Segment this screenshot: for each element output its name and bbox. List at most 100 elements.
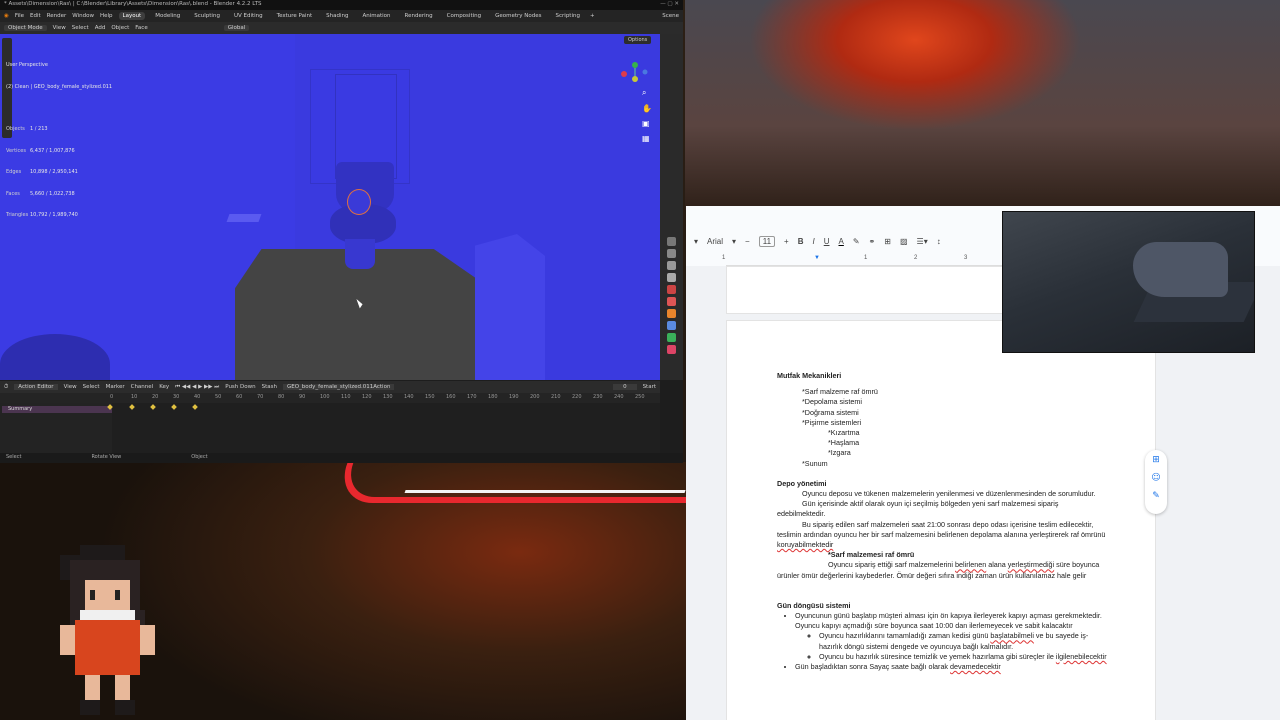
scene-counter [475,234,545,380]
start-label[interactable]: Start [643,384,656,390]
header-view[interactable]: View [53,25,66,31]
ruler-tick-label: 70 [257,394,264,400]
3d-viewport[interactable]: User Perspective (2) Clean | GEO_body_fe… [0,34,660,380]
chevron-down-icon[interactable]: ▾ [694,237,698,246]
blender-window[interactable]: * Assets\Dimension\Ras\ | C:\Blender\Lib… [0,0,683,463]
highlight-icon[interactable]: ✎ [853,237,860,246]
header-face[interactable]: Face [135,25,147,31]
tab-texture-paint[interactable]: Texture Paint [273,12,317,20]
ae-key[interactable]: Key [159,384,169,390]
ae-select[interactable]: Select [83,384,100,390]
menu-help[interactable]: Help [100,13,113,19]
material-properties-icon[interactable] [667,345,676,354]
header-select[interactable]: Select [72,25,89,31]
header-add[interactable]: Add [95,25,106,31]
tab-layout[interactable]: Layout [118,12,146,20]
emoji-reaction-icon[interactable]: ☺ [1151,473,1160,483]
indent-marker-icon[interactable]: ▼ [814,255,820,261]
document-body[interactable]: Mutfak Mekanikleri *Sarf malzeme raf ömr… [777,371,1107,672]
add-comment-icon[interactable]: ⊞ [1152,455,1160,465]
playback-controls[interactable]: ⏮ ◀◀ ◀ ▶ ▶▶ ⏭ [175,384,219,391]
menu-render[interactable]: Render [47,13,67,19]
font-dropdown[interactable]: Arial [707,237,723,246]
tab-rendering[interactable]: Rendering [401,12,437,20]
list-item: *Izgara [828,448,851,458]
selected-head-object[interactable] [347,189,371,215]
scene-properties-icon[interactable] [667,285,676,294]
render-properties-icon[interactable] [667,249,676,258]
action-editor-dropdown[interactable]: Action Editor [14,384,58,390]
window-controls[interactable]: — ▢ ✕ [660,1,679,7]
zoom-icon[interactable]: ⌕ [642,88,652,98]
comment-icon[interactable]: ⊞ [884,237,891,246]
menu-window[interactable]: Window [72,13,94,19]
view-layer-icon[interactable] [667,273,676,282]
tab-compositing[interactable]: Compositing [443,12,485,20]
menu-file[interactable]: File [15,13,24,19]
suggest-edits-icon[interactable]: ✎ [1152,491,1160,501]
paragraph: Gün içerisinde aktif olarak oyun içi seç… [777,499,1059,519]
tab-shading[interactable]: Shading [322,12,352,20]
blender-logo-icon[interactable]: ◉ [4,13,9,19]
dopesheet-area[interactable]: Summary [0,403,660,453]
data-properties-icon[interactable] [667,333,676,342]
document-page[interactable]: Mutfak Mekanikleri *Sarf malzeme raf ömr… [726,320,1156,720]
ae-marker[interactable]: Marker [106,384,125,390]
summary-channel[interactable]: Summary [2,406,112,413]
blender-menu-bar: ◉ File Edit Render Window Help Layout Mo… [0,10,683,22]
tab-sculpting[interactable]: Sculpting [190,12,224,20]
add-workspace-icon[interactable]: + [590,13,595,19]
paragraph: Oyuncu sipariş ettiği sarf malzemelerini… [777,560,1100,580]
editor-type-icon[interactable]: ⏱ [4,384,8,391]
output-properties-icon[interactable] [667,261,676,270]
current-frame-field[interactable]: 0 [613,384,637,390]
header-object[interactable]: Object [111,25,129,31]
line-spacing-icon[interactable]: ↕ [937,237,941,246]
font-dropdown-chevron-icon[interactable]: ▾ [732,237,736,246]
tab-modeling[interactable]: Modeling [151,12,184,20]
increase-font-icon[interactable]: + [784,237,789,246]
ruler-tick-label: 240 [614,394,624,400]
scene-toilet-base [345,239,375,269]
scene-selector[interactable]: Scene [662,13,679,19]
tool-properties-icon[interactable] [667,237,676,246]
italic-icon[interactable]: I [812,237,814,246]
options-button[interactable]: Options [624,36,652,44]
heading-depo: Depo yönetimi [777,478,827,488]
tab-uv-editing[interactable]: UV Editing [230,12,267,20]
decrease-font-icon[interactable]: − [745,237,750,246]
stash-button[interactable]: Stash [262,384,277,390]
image-icon[interactable]: ▨ [900,237,908,246]
timeline-ruler[interactable]: 0 10 20 30 40 50 60 70 80 90 100 110 120 130 140 150 160… [0,393,660,403]
ruler-tick-label: 80 [278,394,285,400]
status-select: Select [6,454,22,460]
text-color-icon[interactable]: A [839,237,844,246]
camera-icon[interactable]: ▣ [642,119,652,128]
mode-dropdown[interactable]: Object Mode [4,25,47,31]
tab-scripting[interactable]: Scripting [552,12,584,20]
transform-orientation[interactable]: Global [223,25,250,31]
ae-view[interactable]: View [64,384,77,390]
align-icon[interactable]: ☰▾ [917,237,928,246]
tab-animation[interactable]: Animation [358,12,394,20]
ae-channel[interactable]: Channel [131,384,154,390]
blender-title: * Assets\Dimension\Ras\ | C:\Blender\Lib… [4,1,262,7]
world-properties-icon[interactable] [667,297,676,306]
push-down-button[interactable]: Push Down [225,384,255,390]
link-icon[interactable]: ⚭ [869,237,876,246]
status-bar: Select Rotate View Object [0,453,683,463]
font-size-field[interactable]: 11 [758,235,776,247]
ruler-tick-label: 210 [551,394,561,400]
menu-edit[interactable]: Edit [30,13,41,19]
pan-hand-icon[interactable]: ✋ [642,104,652,113]
properties-tab-strip [660,34,683,380]
grid-icon[interactable]: ▦ [642,134,652,143]
viewport-overlay-stats: User Perspective (2) Clean | GEO_body_fe… [6,48,112,234]
modifier-properties-icon[interactable] [667,321,676,330]
tab-geometry-nodes[interactable]: Geometry Nodes [491,12,545,20]
bold-icon[interactable]: B [798,237,804,246]
action-name-field[interactable]: GEO_body_female_stylized.011Action [282,384,395,390]
object-properties-icon[interactable] [667,309,676,318]
ruler-tick-label: 130 [383,394,393,400]
underline-icon[interactable]: U [824,237,830,246]
